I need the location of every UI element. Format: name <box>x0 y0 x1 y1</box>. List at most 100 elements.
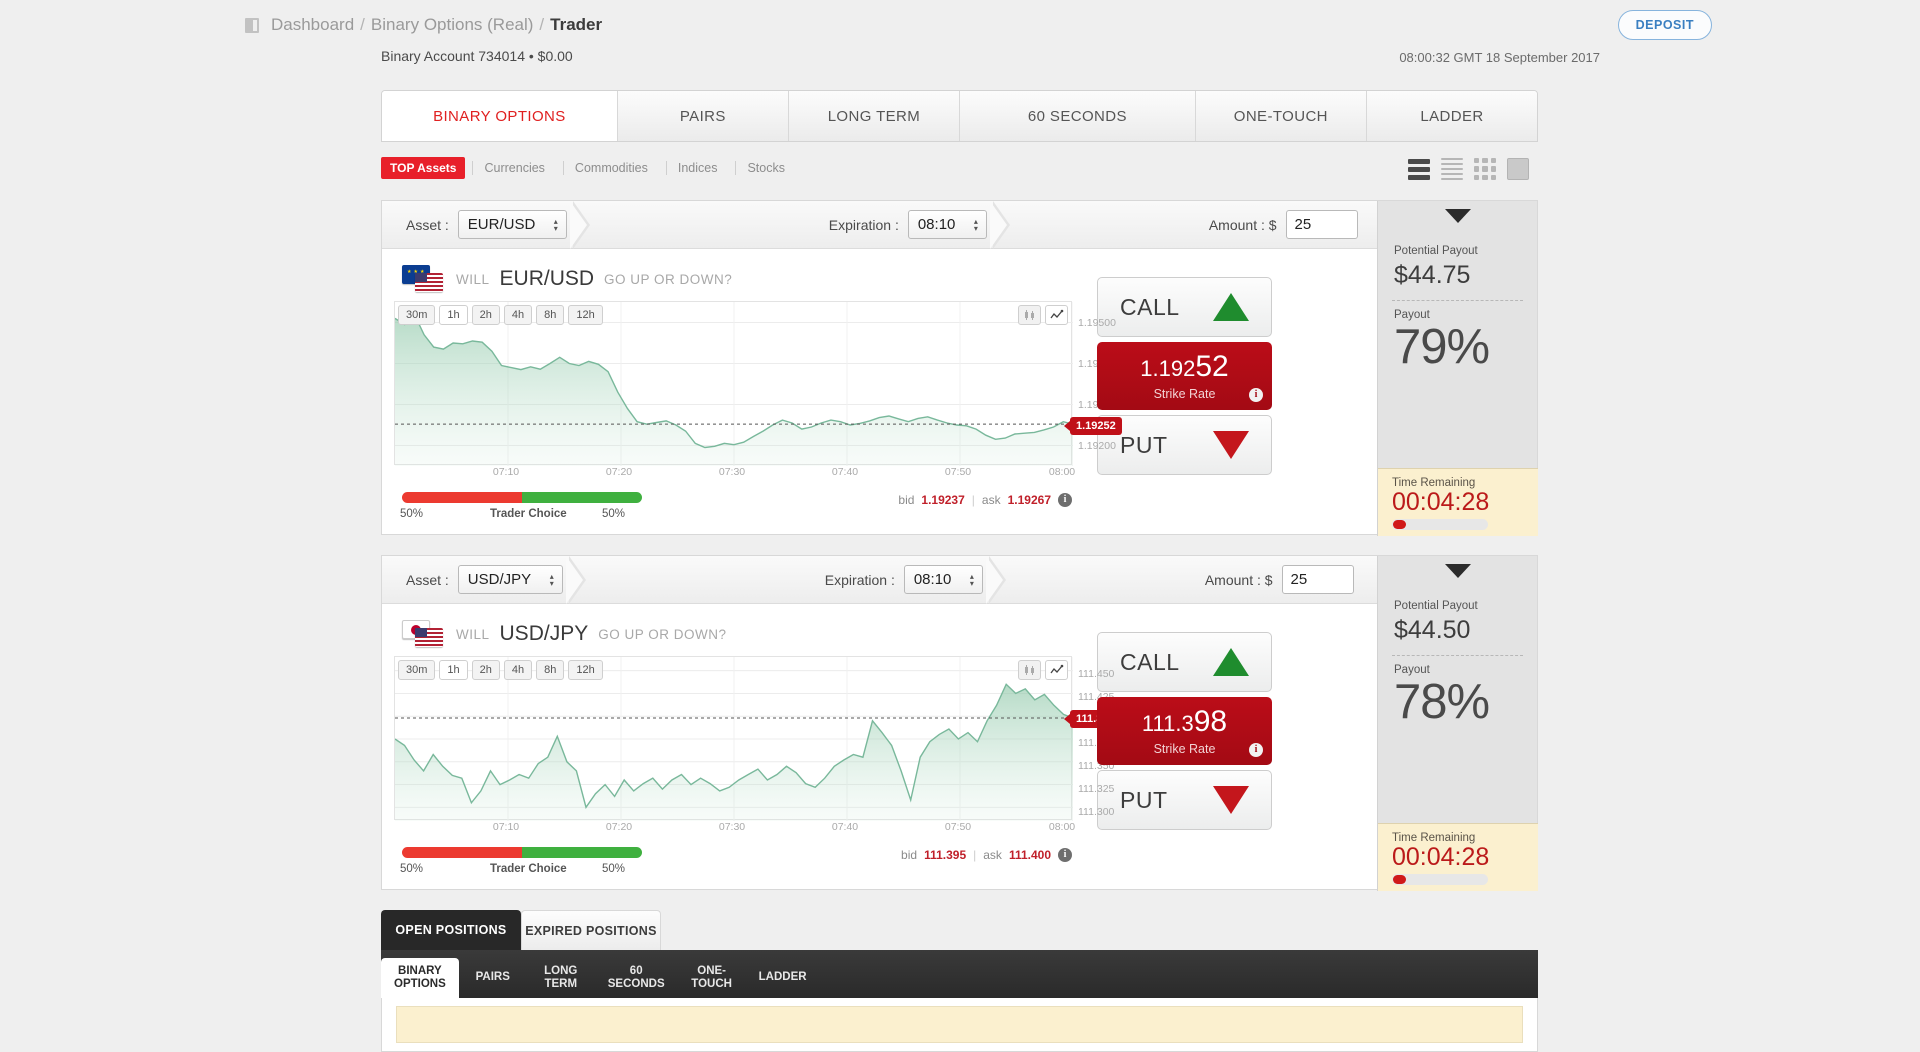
timeframe-1h[interactable]: 1h <box>439 660 468 680</box>
subtab-pairs[interactable]: PAIRS <box>459 958 527 998</box>
single-pane-icon[interactable] <box>1507 158 1529 180</box>
line-chart-icon[interactable] <box>1045 660 1068 680</box>
bid-ask-divider: | <box>973 848 977 862</box>
expiration-select[interactable]: 08:10 <box>903 565 983 594</box>
subtab-binary-options[interactable]: BINARY OPTIONS <box>381 958 459 998</box>
x-tick: 07:30 <box>718 821 746 833</box>
line-chart-icon[interactable] <box>1045 305 1068 325</box>
tab-expired-positions[interactable]: EXPIRED POSITIONS <box>521 910 661 950</box>
timeframe-4h[interactable]: 4h <box>503 660 533 680</box>
filter-indices[interactable]: Indices <box>665 161 729 175</box>
chart-svg <box>394 302 1074 466</box>
trade-controls: Asset : USD/JPY Expiration : 08:10 Amoun… <box>382 555 1537 604</box>
expiration-select[interactable]: 08:10 <box>907 210 987 239</box>
positions-tabs: OPEN POSITIONS EXPIRED POSITIONS <box>381 910 661 950</box>
account-info: Binary Account 734014 • $0.00 <box>381 48 573 64</box>
x-tick: 07:20 <box>605 821 633 833</box>
chart-type-buttons <box>1018 660 1068 680</box>
grid-icon[interactable] <box>1474 158 1496 180</box>
timeframe-2h[interactable]: 2h <box>471 660 500 680</box>
chart-plot <box>394 656 1074 821</box>
timeframe-8h[interactable]: 8h <box>536 660 565 680</box>
potential-payout-value: $44.50 <box>1394 616 1471 644</box>
timeframe-8h[interactable]: 8h <box>536 305 565 325</box>
breadcrumb-dashboard[interactable]: Dashboard <box>271 15 354 35</box>
subtab-ladder[interactable]: LADDER <box>746 958 820 998</box>
info-icon[interactable]: i <box>1058 493 1072 507</box>
timeframe-2h[interactable]: 2h <box>471 305 500 325</box>
potential-payout-label: Potential Payout <box>1394 600 1478 612</box>
arrow-up-icon <box>1213 648 1249 676</box>
tab-one-touch[interactable]: ONE-TOUCH <box>1195 91 1367 141</box>
trader-sentiment-usdjpy: 50% Trader Choice 50% bid 111.395 | ask … <box>394 847 1072 881</box>
chevron-divider-icon <box>989 200 1027 249</box>
strike-value: 1.19252 <box>1140 351 1228 382</box>
potential-payout-label: Potential Payout <box>1394 245 1478 257</box>
timeframe-12h[interactable]: 12h <box>568 660 603 680</box>
amount-input[interactable] <box>1281 565 1354 594</box>
trader-sentiment-eurusd: 50% Trader Choice 50% bid 1.19237 | ask … <box>394 492 1072 526</box>
subtab-long-term[interactable]: LONG TERM <box>527 958 595 998</box>
action-column-eurusd: CALL 1.19252 Strike Rate i PUT <box>1087 249 1282 535</box>
expiration-label: Expiration : <box>824 571 895 588</box>
payout-percent: 78% <box>1394 675 1490 729</box>
amount-input[interactable] <box>1285 210 1358 239</box>
chevron-down-icon[interactable] <box>1444 564 1471 578</box>
divider <box>1392 655 1523 656</box>
chevron-down-icon[interactable] <box>1444 209 1471 223</box>
trade-card-usdjpy: Asset : USD/JPY Expiration : 08:10 Amoun… <box>381 555 1538 891</box>
payout-section: Payout 78% <box>1378 664 1537 727</box>
tab-ladder[interactable]: LADDER <box>1366 91 1537 141</box>
payout-panel-eurusd: Potential Payout $44.75 Payout 79% Time … <box>1377 201 1538 536</box>
view-toggles <box>1408 158 1529 180</box>
info-icon[interactable]: i <box>1249 743 1263 757</box>
candlestick-icon[interactable] <box>1018 305 1041 325</box>
bid-value: 111.395 <box>924 848 967 862</box>
asset-select[interactable]: USD/JPY <box>457 565 563 594</box>
bid-label: bid <box>898 493 915 507</box>
tab-pairs[interactable]: PAIRS <box>617 91 789 141</box>
subtab-one-touch[interactable]: ONE- TOUCH <box>678 958 746 998</box>
rows-thin-icon[interactable] <box>1441 158 1463 180</box>
timeframe-30m[interactable]: 30m <box>398 660 436 680</box>
timeframe-4h[interactable]: 4h <box>503 305 533 325</box>
filter-currencies[interactable]: Currencies <box>472 161 555 175</box>
deposit-button[interactable]: DEPOSIT <box>1617 10 1712 40</box>
candlestick-icon[interactable] <box>1018 660 1041 680</box>
info-icon[interactable]: i <box>1249 388 1263 402</box>
filter-top-assets[interactable]: TOP Assets <box>381 157 466 179</box>
ask-value: 111.400 <box>1008 848 1051 862</box>
x-tick: 07:50 <box>944 821 972 833</box>
breadcrumb: Dashboard / Binary Options (Real) / Trad… <box>245 15 602 35</box>
sentiment-left-pct: 50% <box>400 863 424 875</box>
info-icon[interactable]: i <box>1058 848 1072 862</box>
timeframe-1h[interactable]: 1h <box>439 305 468 325</box>
x-axis-eurusd: 07:10 07:20 07:30 07:40 07:50 08:00 <box>394 466 1075 484</box>
y-tick: 1.19200 <box>1078 440 1116 452</box>
subtab-60-seconds[interactable]: 60 SECONDS <box>595 958 678 998</box>
x-tick: 07:30 <box>718 466 746 478</box>
potential-payout-value: $44.75 <box>1394 261 1471 289</box>
tab-open-positions[interactable]: OPEN POSITIONS <box>381 910 521 950</box>
timeframe-12h[interactable]: 12h <box>568 305 603 325</box>
breadcrumb-binary-options[interactable]: Binary Options (Real) <box>371 15 534 35</box>
filter-commodities[interactable]: Commodities <box>562 161 659 175</box>
strike-rate-button[interactable]: 111.398 Strike Rate i <box>1097 697 1272 765</box>
breadcrumb-separator: / <box>360 15 365 34</box>
rows-thick-icon[interactable] <box>1408 158 1430 180</box>
ask-label: ask <box>983 848 1002 862</box>
strike-rate-label: Strike Rate <box>1153 741 1216 756</box>
tab-long-term[interactable]: LONG TERM <box>788 91 961 141</box>
time-remaining-value: 00:04:28 <box>1392 488 1490 516</box>
price-chart-usdjpy: 30m 1h 2h 4h 8h 12h 111.450 111.425 111.… <box>394 656 1121 821</box>
tab-60-seconds[interactable]: 60 SECONDS <box>960 91 1196 141</box>
y-tick: 1.19500 <box>1078 317 1116 329</box>
strike-small: 111.3 <box>1141 710 1194 736</box>
asset-select[interactable]: EUR/USD <box>457 210 567 239</box>
timeframe-30m[interactable]: 30m <box>398 305 436 325</box>
expiration-label: Expiration : <box>828 216 899 233</box>
tab-binary-options[interactable]: BINARY OPTIONS <box>382 91 618 141</box>
filter-stocks[interactable]: Stocks <box>735 161 796 175</box>
strike-rate-button[interactable]: 1.19252 Strike Rate i <box>1097 342 1272 410</box>
x-tick: 07:40 <box>831 821 859 833</box>
